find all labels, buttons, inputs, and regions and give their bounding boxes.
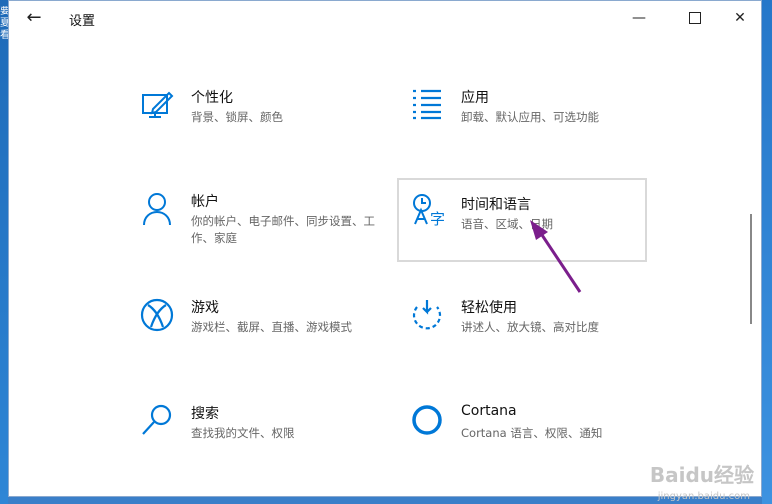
desktop-edge-left bbox=[0, 0, 8, 504]
desktop-edge-right bbox=[762, 0, 772, 504]
search-icon bbox=[139, 403, 175, 439]
svg-text:字: 字 bbox=[430, 210, 445, 228]
tile-personalization[interactable]: 个性化 背景、锁屏、颜色 bbox=[139, 87, 379, 167]
tile-title: 个性化 bbox=[191, 90, 233, 106]
ease-of-access-icon bbox=[409, 297, 445, 333]
xbox-icon bbox=[139, 297, 175, 333]
tile-title: 轻松使用 bbox=[461, 300, 517, 316]
tile-description: 游戏栏、截屏、直播、游戏模式 bbox=[191, 320, 352, 334]
scrollbar[interactable] bbox=[750, 214, 752, 324]
tile-description: Cortana 语言、权限、通知 bbox=[461, 426, 603, 440]
tile-title: 帐户 bbox=[191, 194, 219, 210]
tile-title: 游戏 bbox=[191, 300, 219, 316]
apps-icon bbox=[409, 87, 445, 123]
minimize-button[interactable]: — bbox=[619, 5, 659, 31]
settings-window: ← 设置 — ✕ 个性化 背景、锁屏、颜色 应用 卸载、默认应用、可选功能 帐户… bbox=[8, 0, 762, 497]
tile-apps[interactable]: 应用 卸载、默认应用、可选功能 bbox=[409, 87, 649, 167]
back-button[interactable]: ← bbox=[23, 7, 45, 29]
time-language-icon: 字 bbox=[411, 192, 447, 228]
tile-description: 你的帐户、电子邮件、同步设置、工作、家庭 bbox=[191, 214, 375, 245]
tile-title: 搜索 bbox=[191, 406, 219, 422]
tile-description: 查找我的文件、权限 bbox=[191, 426, 295, 440]
window-title: 设置 bbox=[69, 14, 96, 29]
tile-ease-of-access[interactable]: 轻松使用 讲述人、放大镜、高对比度 bbox=[409, 297, 649, 377]
tile-description: 卸载、默认应用、可选功能 bbox=[461, 110, 599, 124]
cortana-icon bbox=[409, 403, 445, 439]
tile-title: Cortana bbox=[461, 403, 517, 419]
maximize-icon bbox=[689, 12, 701, 24]
title-bar: ← 设置 — ✕ bbox=[9, 1, 761, 35]
close-button[interactable]: ✕ bbox=[720, 5, 760, 31]
tile-time-language[interactable]: 字 时间和语言 语音、区域、日期 bbox=[397, 178, 647, 262]
tile-title: 时间和语言 bbox=[461, 197, 531, 213]
account-icon bbox=[139, 191, 175, 227]
tile-cortana[interactable]: Cortana Cortana 语言、权限、通知 bbox=[409, 403, 649, 483]
tile-accounts[interactable]: 帐户 你的帐户、电子邮件、同步设置、工作、家庭 bbox=[139, 191, 379, 271]
desktop-edge-text: 要 夏 看 bbox=[0, 6, 8, 41]
tile-description: 背景、锁屏、颜色 bbox=[191, 110, 283, 124]
tile-gaming[interactable]: 游戏 游戏栏、截屏、直播、游戏模式 bbox=[139, 297, 379, 377]
tile-search[interactable]: 搜索 查找我的文件、权限 bbox=[139, 403, 379, 483]
watermark-logo: Baidu经验 bbox=[649, 463, 754, 487]
personalization-icon bbox=[139, 87, 175, 123]
tile-description: 讲述人、放大镜、高对比度 bbox=[461, 320, 599, 334]
maximize-button[interactable] bbox=[675, 5, 715, 31]
tile-title: 应用 bbox=[461, 90, 489, 106]
watermark-url: jingyan.baidu.com bbox=[657, 491, 750, 502]
tile-description: 语音、区域、日期 bbox=[461, 217, 553, 231]
